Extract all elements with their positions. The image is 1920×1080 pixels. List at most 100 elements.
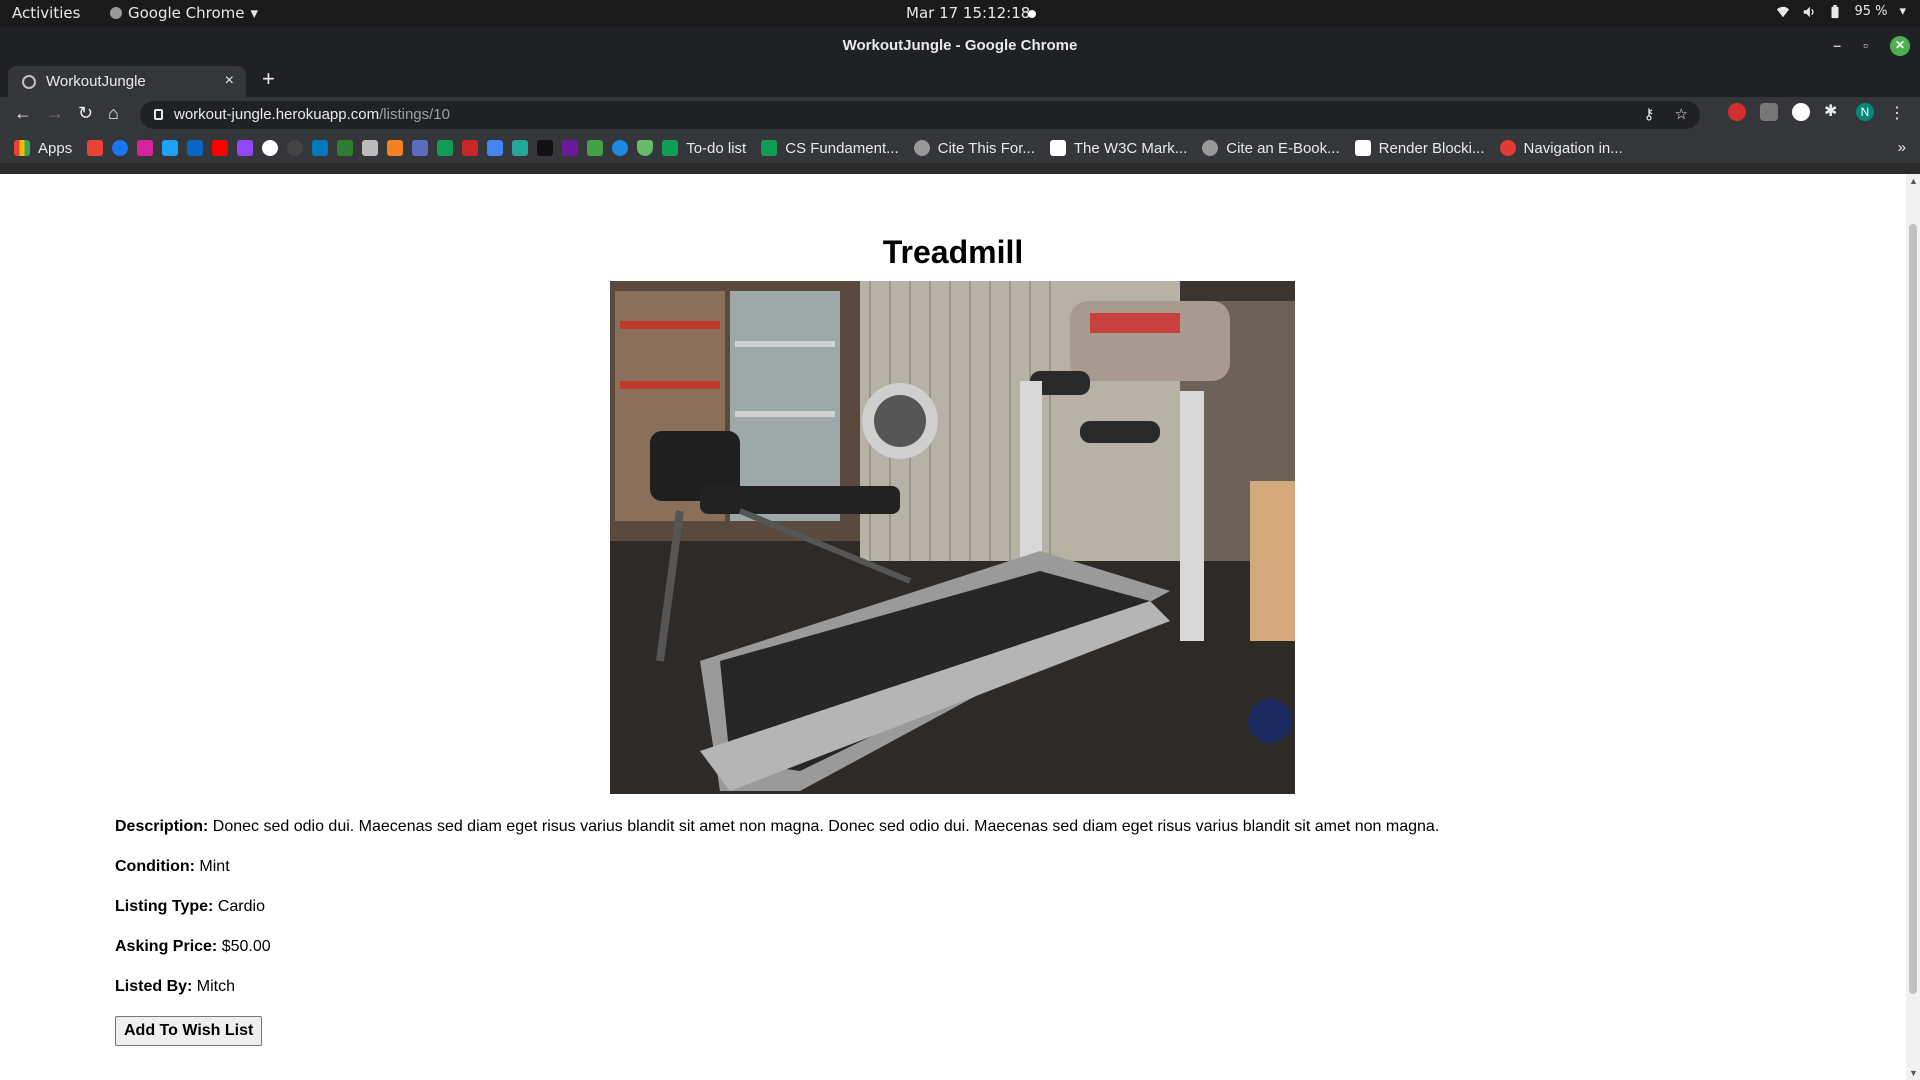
- reload-icon[interactable]: ↻: [78, 103, 93, 124]
- battery-percent: 95 %: [1854, 4, 1888, 19]
- listing-details: Description: Donec sed odio dui. Maecena…: [115, 817, 1439, 1017]
- extension-red-icon[interactable]: [1728, 103, 1746, 121]
- condition-row: Condition: Mint: [115, 857, 1439, 876]
- volume-icon: [1804, 6, 1815, 17]
- listed-by-label: Listed By:: [115, 978, 193, 995]
- new-tab-button[interactable]: +: [262, 66, 275, 92]
- bookmark-navigation[interactable]: Navigation in...: [1499, 139, 1623, 157]
- profile-avatar[interactable]: N: [1856, 103, 1874, 121]
- apps-grid-icon: [14, 140, 30, 156]
- green-calendar-icon[interactable]: [587, 140, 604, 156]
- bookmark-cs-fundamentals[interactable]: CS Fundament...: [761, 139, 899, 157]
- docs-gray-icon[interactable]: [362, 140, 379, 156]
- webdev-icon: [1354, 140, 1371, 156]
- bookmark-label: CS Fundament...: [785, 139, 899, 157]
- add-to-wish-list-button[interactable]: Add To Wish List: [115, 1016, 263, 1046]
- bookmark-label: Navigation in...: [1523, 139, 1623, 157]
- address-bar[interactable]: workout-jungle.herokuapp.com/listings/10…: [140, 101, 1700, 129]
- listing-type-row: Listing Type: Cardio: [115, 897, 1439, 916]
- youtube-icon[interactable]: [212, 140, 229, 156]
- bookmark-w3c[interactable]: The W3C Mark...: [1049, 139, 1188, 157]
- bookmark-apps-label: Apps: [38, 139, 73, 157]
- more-bookmarks-icon[interactable]: »: [1898, 139, 1906, 156]
- shield-icon[interactable]: [637, 140, 654, 156]
- asking-price-row: Asking Price: $50.00: [115, 937, 1439, 956]
- dark-app-icon[interactable]: [537, 140, 554, 156]
- extension-white-icon[interactable]: [1792, 103, 1810, 121]
- sheets-icon[interactable]: [437, 140, 454, 156]
- home-icon[interactable]: ⌂: [108, 103, 119, 124]
- puzzle-icon[interactable]: ✱: [1824, 103, 1842, 121]
- google-icon[interactable]: [262, 140, 279, 156]
- gmail-icon[interactable]: [87, 140, 104, 156]
- teal-app-icon[interactable]: [512, 140, 529, 156]
- page-scrollbar[interactable]: ▲ ▼: [1906, 174, 1920, 1080]
- scrollbar-thumb[interactable]: [1909, 224, 1917, 994]
- bookmark-apps[interactable]: Apps: [14, 140, 72, 157]
- close-tab-icon[interactable]: ×: [225, 72, 234, 90]
- clock[interactable]: Mar 17 15:12:18: [906, 4, 1030, 22]
- bookmark-label: The W3C Mark...: [1073, 139, 1188, 157]
- bookmark-cite-ebook[interactable]: Cite an E-Book...: [1202, 139, 1340, 157]
- more-menu-icon[interactable]: ⋮: [1888, 103, 1906, 122]
- globe-icon: [22, 74, 36, 89]
- caret-down-icon: ▾: [1899, 4, 1906, 19]
- url-host: workout-jungle.herokuapp.com: [174, 106, 380, 123]
- page-top-edge: [0, 163, 1920, 174]
- bookmark-cite-this[interactable]: Cite This For...: [913, 139, 1035, 157]
- listing-photo: [610, 281, 1295, 794]
- sheets-icon: [662, 140, 679, 156]
- url-path: /listings/10: [379, 106, 450, 123]
- bookmark-render-blocking[interactable]: Render Blocki...: [1354, 140, 1485, 157]
- bookmarks-bar: Apps To-do list CS Fundament... Cite Thi…: [0, 133, 1920, 163]
- description-label: Description:: [115, 818, 209, 835]
- system-top-bar: Activities Google Chrome ▾ Mar 17 15:12:…: [0, 0, 1920, 27]
- cloud-icon[interactable]: [612, 140, 629, 156]
- twitter-icon[interactable]: [162, 140, 179, 156]
- stackoverflow-icon[interactable]: [387, 140, 404, 156]
- trello-icon[interactable]: [312, 140, 329, 156]
- bookmark-todo[interactable]: To-do list: [662, 140, 746, 157]
- google-docs-icon[interactable]: [487, 140, 504, 156]
- bookmark-label: Cite an E-Book...: [1226, 139, 1340, 157]
- linkedin-icon[interactable]: [187, 140, 204, 156]
- tab-workoutjungle[interactable]: WorkoutJungle ×: [8, 66, 246, 97]
- facebook-icon[interactable]: [112, 140, 129, 156]
- system-tray[interactable]: 95 % ▾: [1776, 4, 1906, 19]
- listed-by-row: Listed By: Mitch: [115, 977, 1439, 996]
- bookmark-label: Cite This For...: [937, 139, 1035, 157]
- purple-app-icon[interactable]: [562, 140, 579, 156]
- battery-icon: [1831, 4, 1839, 18]
- extension-gray-icon[interactable]: [1760, 103, 1778, 121]
- restore-button[interactable]: ▫: [1863, 27, 1868, 64]
- twitch-icon[interactable]: [237, 140, 254, 156]
- sheets-icon: [761, 140, 778, 156]
- description-row: Description: Donec sed odio dui. Maecena…: [115, 817, 1439, 836]
- green-app-icon[interactable]: [337, 140, 354, 156]
- red-grid-icon[interactable]: [462, 140, 479, 156]
- instagram-icon[interactable]: [137, 140, 154, 156]
- minimize-button[interactable]: –: [1833, 27, 1841, 64]
- app-menu[interactable]: Google Chrome ▾: [110, 4, 258, 22]
- notification-dot: [1028, 10, 1036, 18]
- description-value: Donec sed odio dui. Maecenas sed diam eg…: [212, 818, 1440, 835]
- asking-price-value: $50.00: [221, 938, 271, 955]
- star-icon[interactable]: ☆: [1675, 101, 1688, 129]
- tab-strip: WorkoutJungle × +: [0, 64, 1920, 97]
- listing-type-label: Listing Type:: [115, 898, 214, 915]
- close-window-button[interactable]: ✕: [1890, 35, 1910, 56]
- treadmill-photo: [610, 281, 1295, 794]
- scroll-down-arrow-icon[interactable]: ▼: [1909, 1068, 1918, 1078]
- wifi-icon: [1777, 6, 1790, 17]
- react-icon: [1499, 140, 1516, 156]
- forms-icon[interactable]: [412, 140, 429, 156]
- w3c-icon: [1049, 140, 1066, 156]
- back-arrow-icon[interactable]: ←: [14, 103, 32, 124]
- scroll-up-arrow-icon[interactable]: ▲: [1909, 176, 1918, 186]
- activities-button[interactable]: Activities: [12, 4, 80, 22]
- key-icon[interactable]: ⚷: [1644, 101, 1655, 129]
- listed-by-value: Mitch: [196, 978, 236, 995]
- github-icon[interactable]: [287, 140, 304, 156]
- forward-arrow-icon[interactable]: →: [46, 103, 64, 124]
- globe-icon: [1202, 140, 1219, 156]
